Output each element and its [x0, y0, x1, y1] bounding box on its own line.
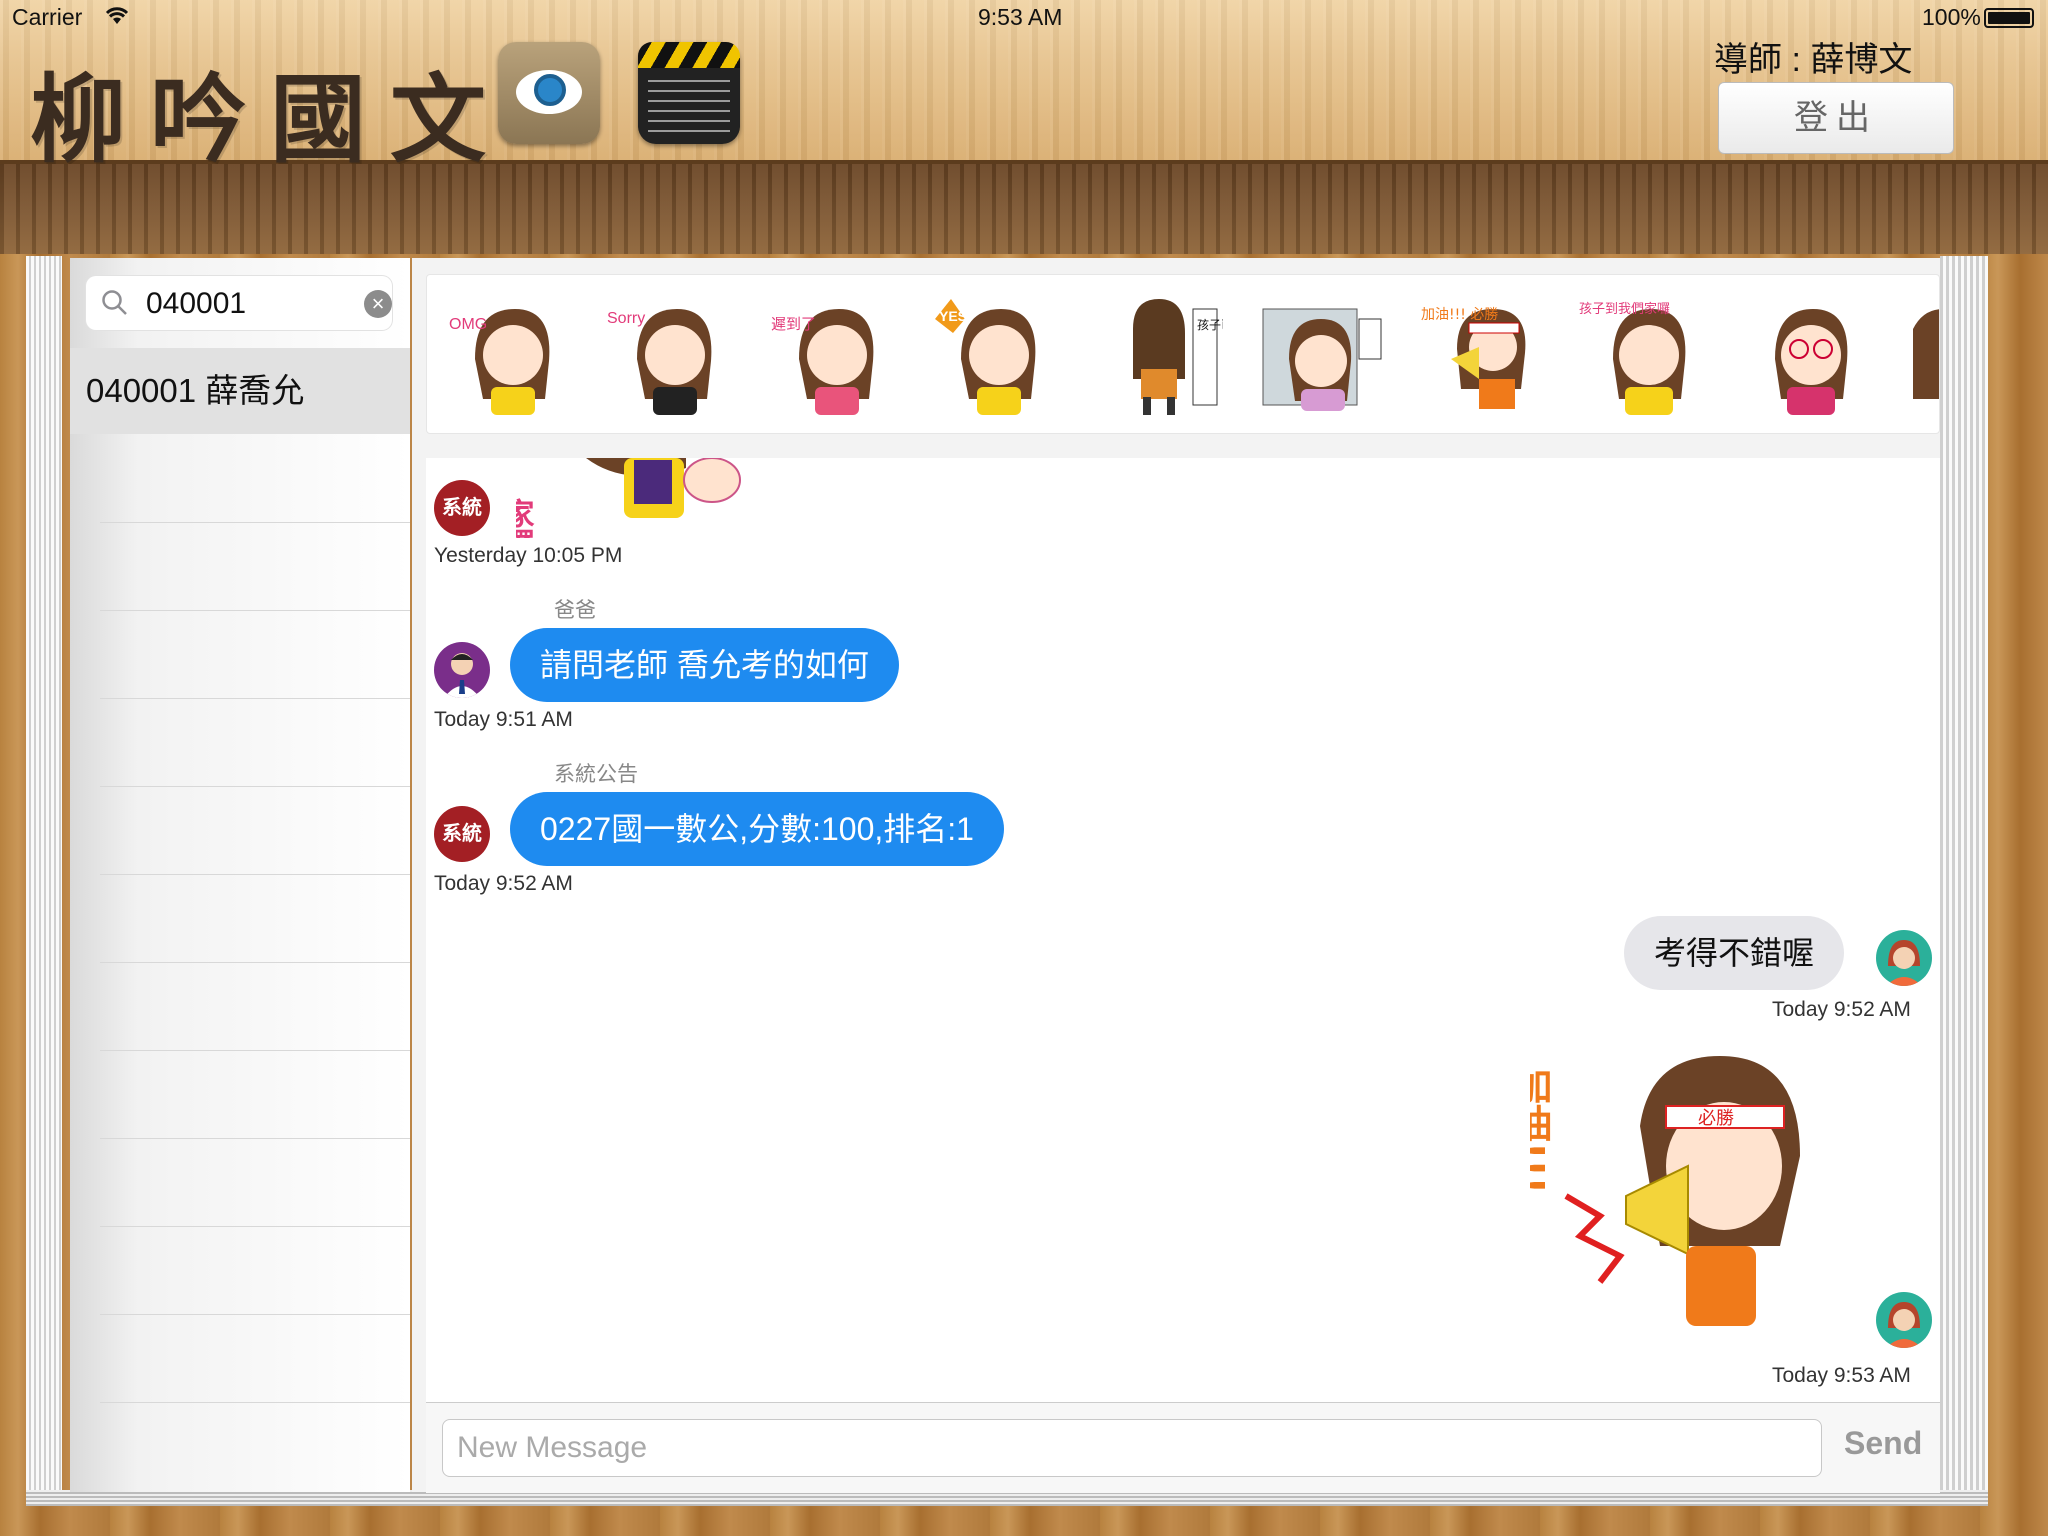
system-avatar: 系統: [434, 806, 490, 862]
search-icon: [102, 290, 127, 315]
send-button[interactable]: Send: [1844, 1425, 1922, 1462]
svg-text:必勝: 必勝: [1698, 1108, 1734, 1129]
message-sticker: 家囉: [516, 458, 741, 538]
book-page-edge-right: [1940, 256, 1988, 1504]
sticker-sorry[interactable]: Sorry: [607, 289, 737, 419]
message-sender: 爸爸: [554, 599, 596, 622]
svg-text:孩子已離班。: 孩子已離班。: [1197, 318, 1223, 332]
message-list[interactable]: 家囉 系統 Yesterday 10:05 PM 爸爸 請問老師 喬允考的如何 …: [426, 458, 1940, 1402]
clapperboard-icon[interactable]: [638, 42, 740, 144]
sticker-shock[interactable]: [1255, 289, 1385, 419]
header-bar: Carrier 9:53 AM 100% 柳吟國文 導師 : 薛博文 登出: [0, 0, 2048, 176]
message-time: Today 9:53 AM: [1772, 1364, 1911, 1387]
search-bar: ×: [86, 276, 392, 330]
system-avatar: 系統: [434, 480, 490, 536]
message-bubble-outgoing: 考得不錯喔: [1624, 916, 1845, 990]
sticker-laugh[interactable]: [1741, 289, 1871, 419]
logout-button[interactable]: 登出: [1718, 82, 1954, 154]
message-input[interactable]: [442, 1419, 1822, 1477]
search-input[interactable]: [144, 282, 348, 326]
svg-text:YES: YES: [939, 308, 967, 324]
student-sidebar: × 040001 薛喬允: [70, 258, 410, 1492]
message-time: Today 9:52 AM: [434, 872, 573, 895]
message-bubble: 0227國一數公,分數:100,排名:1: [510, 792, 1004, 866]
divider: [100, 1138, 410, 1139]
sticker-omg[interactable]: OMG: [445, 289, 575, 419]
message-time: Today 9:52 AM: [1772, 998, 1911, 1021]
app-logo: 柳吟國文: [30, 63, 510, 176]
sticker-cheer[interactable]: 加油!!! 必勝: [1417, 289, 1547, 419]
divider: [100, 962, 410, 963]
sticker-picker: OMG Sorry 遲到了 YES 孩子已離班。: [426, 274, 1940, 434]
divider: [100, 1402, 410, 1403]
wifi-icon: [104, 6, 130, 31]
sticker-late[interactable]: 遲到了: [769, 289, 899, 419]
svg-text:OMG: OMG: [449, 316, 487, 333]
wood-board: [0, 164, 2048, 254]
sticker-left-class[interactable]: 孩子已離班。: [1093, 289, 1223, 419]
sticker-arrived-home[interactable]: 孩子到我們家囉: [1579, 289, 1709, 419]
battery-icon: [1984, 8, 2034, 28]
chat-panel: OMG Sorry 遲到了 YES 孩子已離班。: [412, 258, 1940, 1493]
eye-icon[interactable]: [498, 42, 600, 144]
father-avatar: [434, 642, 490, 698]
message-sender: 系統公告: [554, 763, 638, 786]
svg-text:家囉: 家囉: [516, 498, 535, 538]
teacher-avatar: [1876, 930, 1932, 986]
message-sticker: 必勝 加油!!!: [1530, 1056, 1800, 1326]
student-row[interactable]: 040001 薛喬允: [70, 348, 410, 434]
svg-text:加油!!!: 加油!!!: [1530, 1066, 1552, 1194]
carrier-label: Carrier: [12, 4, 83, 30]
mentor-label: 導師 : 薛博文: [1714, 41, 1913, 79]
clear-icon[interactable]: ×: [364, 290, 392, 318]
divider: [100, 698, 410, 699]
divider: [100, 522, 410, 523]
teacher-avatar: [1876, 1292, 1932, 1348]
clock-label: 9:53 AM: [978, 4, 1063, 30]
divider: [100, 1314, 410, 1315]
svg-text:Sorry: Sorry: [607, 310, 645, 327]
divider: [100, 786, 410, 787]
message-time: Today 9:51 AM: [434, 708, 573, 731]
svg-text:孩子到我們家囉: 孩子到我們家囉: [1579, 301, 1670, 317]
sticker-yes[interactable]: YES: [931, 289, 1061, 419]
divider: [100, 610, 410, 611]
divider: [100, 874, 410, 875]
sticker-partial[interactable]: [1903, 289, 1940, 419]
message-time: Yesterday 10:05 PM: [434, 544, 623, 567]
divider: [100, 1050, 410, 1051]
svg-text:遲到了: 遲到了: [771, 315, 816, 333]
divider: [100, 1226, 410, 1227]
battery-label: 100%: [1922, 4, 1981, 30]
composer-bar: Send: [426, 1402, 1940, 1493]
book-page-edge-left: [26, 256, 62, 1504]
message-bubble: 請問老師 喬允考的如何: [510, 628, 899, 702]
svg-text:加油!!! 必勝: 加油!!! 必勝: [1421, 307, 1498, 323]
